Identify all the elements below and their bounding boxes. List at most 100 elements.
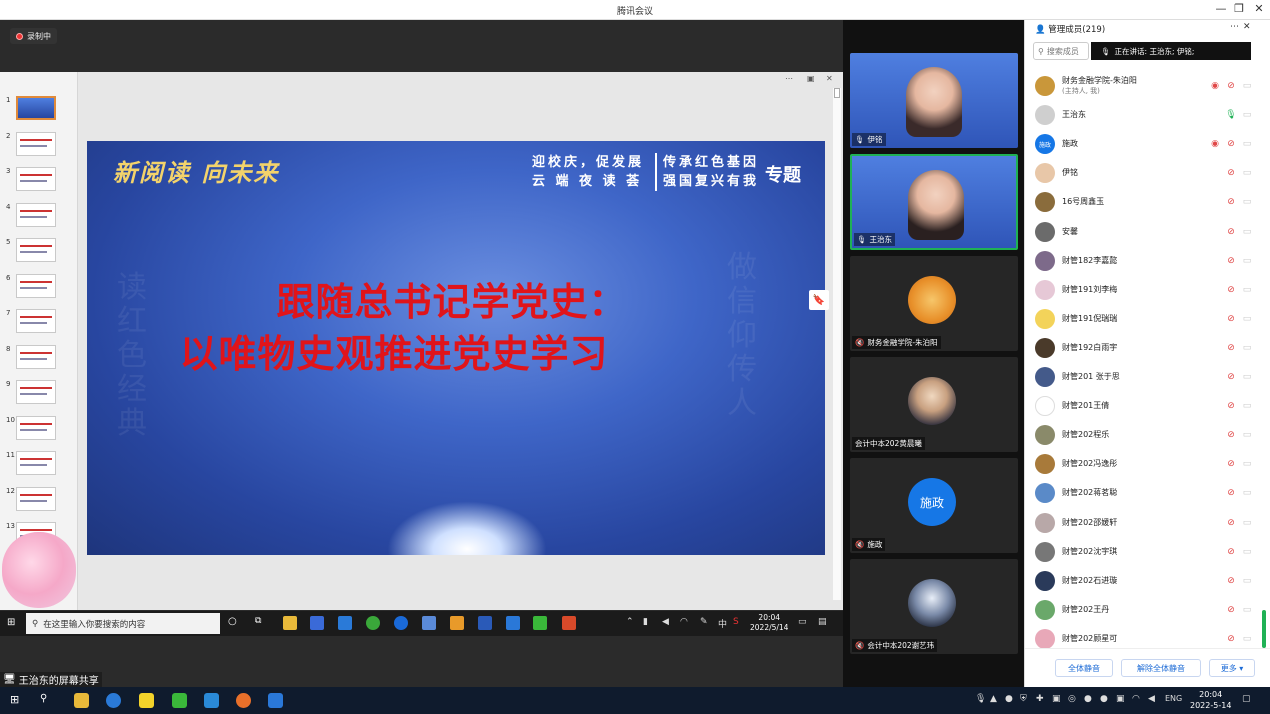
task-view-icon[interactable]: ⧉: [255, 616, 269, 630]
mail-icon[interactable]: [338, 616, 352, 630]
camera-off-icon[interactable]: ▭: [1241, 314, 1253, 324]
member-row[interactable]: 财管202冯逸彤 ⊘ ▭: [1035, 450, 1255, 478]
windows-start-icon[interactable]: ⊞: [7, 617, 21, 631]
video-tile[interactable]: 施政 🔇 施政: [850, 458, 1018, 553]
close-pane-icon[interactable]: ✕: [826, 74, 833, 83]
microphone-icon[interactable]: 🎙: [975, 694, 986, 704]
camera-off-icon[interactable]: ▭: [1241, 576, 1253, 586]
mic-muted-icon[interactable]: ⊘: [1225, 227, 1237, 237]
member-row[interactable]: 财管202邵媛轩 ⊘ ▭: [1035, 509, 1255, 537]
mute-all-button[interactable]: 全体静音: [1055, 659, 1113, 677]
slide-thumbnail[interactable]: [16, 415, 56, 440]
notification-icon[interactable]: ▤: [818, 617, 827, 627]
camera-off-icon[interactable]: ▭: [1241, 459, 1253, 469]
local-clock[interactable]: 20:04 2022-5-14: [1190, 689, 1231, 711]
app-icon[interactable]: [204, 693, 219, 708]
tencent-meeting-icon[interactable]: [268, 693, 283, 708]
wifi-icon[interactable]: ◠: [1132, 694, 1140, 704]
screen-share-label[interactable]: 🖥 王治东的屏幕共享: [0, 672, 102, 687]
wechat-tray-icon[interactable]: ●: [1005, 694, 1013, 704]
edge-icon[interactable]: [394, 616, 408, 630]
mic-muted-icon[interactable]: ⊘: [1225, 285, 1237, 295]
camera-off-icon[interactable]: ▭: [1241, 285, 1253, 295]
slide-thumbnail[interactable]: [16, 309, 56, 333]
slide-thumbnail[interactable]: [16, 96, 56, 120]
camera-off-icon[interactable]: ▭: [1241, 227, 1253, 237]
recording-indicator[interactable]: 录制中: [10, 28, 57, 44]
camera-off-icon[interactable]: ▭: [1241, 547, 1253, 557]
member-row[interactable]: 财管202程乐 ⊘ ▭: [1035, 421, 1255, 449]
slide-thumbnail[interactable]: [16, 238, 56, 262]
video-tile[interactable]: 会计中本202黄晨曦: [850, 357, 1018, 452]
volume-icon[interactable]: ◀: [1148, 694, 1155, 704]
usb-icon[interactable]: ▮: [643, 617, 648, 627]
current-slide[interactable]: 读红色经典 做信仰传人 新阅读 向未来 迎校庆，促发展 云 端 夜 读 荟 传承…: [87, 141, 825, 555]
member-row[interactable]: 伊铭 ⊘ ▭: [1035, 159, 1255, 187]
member-row[interactable]: 安馨 ⊘ ▭: [1035, 218, 1255, 246]
wechat-icon[interactable]: [533, 616, 547, 630]
member-row[interactable]: 财管201王倩 ⊘ ▭: [1035, 392, 1255, 420]
mic-muted-icon[interactable]: ⊘: [1225, 197, 1237, 207]
mic-muted-icon[interactable]: ⊘: [1225, 81, 1237, 91]
member-row[interactable]: 财管201 张于思 ⊘ ▭: [1035, 363, 1255, 391]
network-icon[interactable]: ✚: [1036, 694, 1044, 704]
tray-chevron-icon[interactable]: ⌃: [626, 617, 634, 627]
tray-icon[interactable]: ▣: [1116, 694, 1125, 704]
mic-muted-icon[interactable]: ⊘: [1225, 488, 1237, 498]
slide-thumbnail[interactable]: [16, 380, 56, 404]
more-options-icon[interactable]: ⋯: [1230, 22, 1239, 32]
wechat-icon[interactable]: [172, 693, 187, 708]
slide-thumbnail[interactable]: [16, 273, 56, 298]
more-icon[interactable]: ⋯: [785, 74, 793, 83]
windows-start-icon[interactable]: ⊞: [10, 693, 25, 708]
mic-muted-icon[interactable]: ⊘: [1225, 605, 1237, 615]
network-icon[interactable]: ◠: [680, 617, 688, 627]
unmute-all-button[interactable]: 解除全体静音: [1121, 659, 1201, 677]
store-icon[interactable]: [310, 616, 324, 630]
mic-muted-icon[interactable]: ⊘: [1225, 547, 1237, 557]
member-row[interactable]: 财务金融学院-朱泊阳 (主持人, 我) ◉ ⊘ ▭: [1035, 72, 1255, 100]
camera-off-icon[interactable]: ▭: [1241, 81, 1253, 91]
slide-thumbnail[interactable]: [16, 131, 56, 156]
remote-search-box[interactable]: ⚲ 在这里输入你要搜索的内容: [26, 613, 220, 634]
camera-off-icon[interactable]: ▭: [1241, 605, 1253, 615]
member-row[interactable]: 财管202石进璇 ⊘ ▭: [1035, 567, 1255, 595]
member-search-input[interactable]: ⚲ 搜索成员: [1033, 42, 1089, 60]
members-scrollbar[interactable]: [1262, 610, 1266, 648]
notification-icon[interactable]: ▢: [1242, 694, 1251, 704]
app-icon[interactable]: [422, 616, 436, 630]
antivirus-icon[interactable]: S: [733, 617, 739, 627]
video-tile[interactable]: 🔇 财务金融学院-朱泊阳: [850, 256, 1018, 351]
member-row[interactable]: 财管191刘李梅 ⊘ ▭: [1035, 276, 1255, 304]
member-row[interactable]: 财管192白雨宇 ⊘ ▭: [1035, 334, 1255, 362]
firefox-icon[interactable]: [236, 693, 251, 708]
camera-off-icon[interactable]: ▭: [1241, 430, 1253, 440]
slide-thumbnail[interactable]: [16, 451, 56, 475]
window-icon[interactable]: ▣: [807, 74, 815, 83]
mic-muted-icon[interactable]: ⊘: [1225, 401, 1237, 411]
camera-off-icon[interactable]: ▭: [1241, 634, 1253, 644]
file-explorer-icon[interactable]: [283, 616, 297, 630]
member-row[interactable]: 财管182李嘉懿 ⊘ ▭: [1035, 247, 1255, 275]
mic-muted-icon[interactable]: ⊘: [1225, 343, 1237, 353]
slide-thumbnail-pane[interactable]: 1234567891011121314: [0, 72, 78, 610]
camera-off-icon[interactable]: ▭: [1241, 488, 1253, 498]
wps-icon[interactable]: [450, 616, 464, 630]
mic-muted-icon[interactable]: ⊘: [1225, 634, 1237, 644]
camera-off-icon[interactable]: ▭: [1241, 256, 1253, 266]
member-row[interactable]: 财管202王丹 ⊘ ▭: [1035, 596, 1255, 624]
desktop-icon[interactable]: ▭: [798, 617, 807, 627]
video-tile-active-speaker[interactable]: 🎙 王治东: [850, 154, 1018, 250]
mic-muted-icon[interactable]: ⊘: [1225, 139, 1237, 149]
chrome-icon[interactable]: [366, 616, 380, 630]
more-button[interactable]: 更多 ▾: [1209, 659, 1255, 677]
speaker-icon[interactable]: ◀: [662, 617, 669, 627]
mic-muted-icon[interactable]: ⊘: [1225, 518, 1237, 528]
shield-icon[interactable]: ⛨: [1020, 694, 1027, 704]
pen-icon[interactable]: ✎: [700, 617, 708, 627]
camera-off-icon[interactable]: ▭: [1241, 343, 1253, 353]
ie-icon[interactable]: [106, 693, 121, 708]
file-explorer-icon[interactable]: [74, 693, 89, 708]
search-icon[interactable]: ⚲: [40, 693, 55, 708]
bookmark-icon[interactable]: 🔖: [809, 290, 829, 310]
